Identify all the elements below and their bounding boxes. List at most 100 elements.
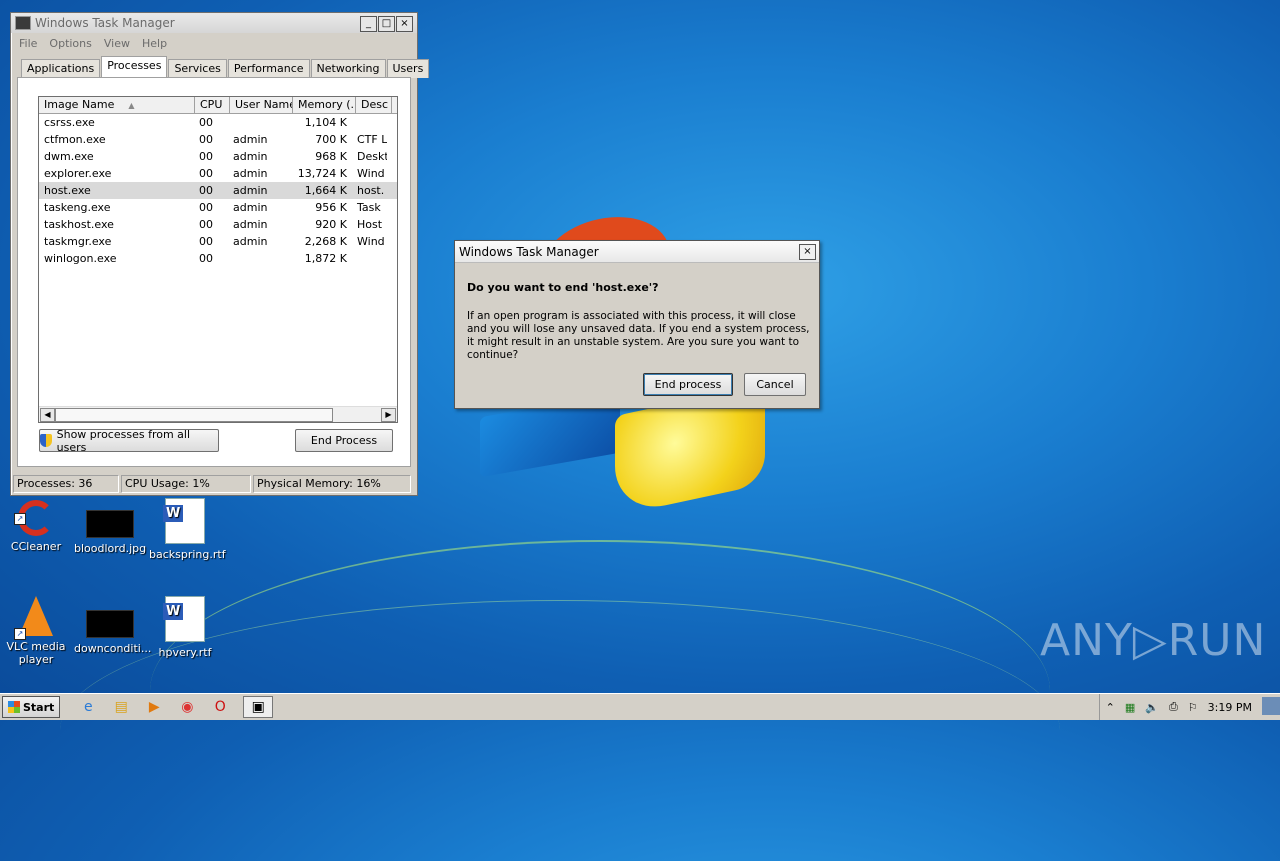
cell-user: admin (233, 201, 268, 214)
tab-processes[interactable]: Processes (101, 56, 168, 78)
desktop-icon-label: hpvery.rtf (158, 646, 212, 659)
table-row[interactable]: explorer.exe 00 admin 13,724 K Wind (39, 165, 397, 182)
show-all-processes-label: Show processes from all users (56, 427, 191, 454)
menu-help[interactable]: Help (142, 37, 167, 50)
cell-memory: 1,664 K (304, 184, 347, 197)
cell-desc: Task (357, 201, 381, 214)
desktop-icon-label: CCleaner (10, 540, 62, 553)
windows-logo-icon (8, 701, 20, 713)
horizontal-scrollbar[interactable]: ◀ ▶ (39, 406, 397, 422)
window-title: Windows Task Manager (35, 16, 175, 30)
cell-name: dwm.exe (44, 150, 94, 163)
table-row[interactable]: dwm.exe 00 admin 968 K Deskt (39, 148, 397, 165)
task-manager-icon[interactable]: ▣ (243, 696, 274, 718)
tab-services[interactable]: Services (168, 59, 227, 78)
opera-icon[interactable]: O (210, 697, 230, 717)
cell-user: admin (233, 218, 268, 231)
table-row[interactable]: csrss.exe 00 1,104 K (39, 114, 397, 131)
media-player-icon[interactable]: ▶ (144, 697, 164, 717)
cell-memory: 13,724 K (297, 167, 347, 180)
dialog-close-button[interactable]: × (799, 244, 816, 260)
status-cpu: CPU Usage: 1% (121, 475, 251, 493)
dialog-cancel-button[interactable]: Cancel (744, 373, 806, 396)
cell-cpu: 00 (199, 218, 213, 231)
cell-desc: Host (357, 218, 383, 231)
close-button[interactable]: × (396, 16, 413, 32)
table-row[interactable]: taskmgr.exe 00 admin 2,268 K Wind (39, 233, 397, 250)
column-description[interactable]: Desc (356, 97, 392, 113)
title-bar[interactable]: Windows Task Manager _ □ × (11, 13, 417, 33)
dialog-title-bar[interactable]: Windows Task Manager (455, 241, 819, 263)
end-process-button[interactable]: End Process (295, 429, 393, 452)
cell-cpu: 00 (199, 252, 213, 265)
desktop-icon-label: bloodlord.jpg (74, 542, 147, 555)
scroll-right-icon[interactable]: ▶ (381, 408, 396, 422)
show-all-processes-button[interactable]: Show processes from all users (39, 427, 219, 454)
end-process-label: End Process (310, 434, 378, 447)
tab-performance[interactable]: Performance (227, 59, 310, 78)
desktop-icon-downconditi[interactable]: downconditi... (74, 600, 151, 655)
table-row[interactable]: winlogon.exe 00 1,872 K (39, 250, 397, 267)
status-processes: Processes: 36 (13, 475, 119, 493)
tab-strip: Applications Processes Services Performa… (21, 56, 430, 78)
desktop-icon-label: VLC media player (6, 640, 66, 666)
column-image-name[interactable]: Image Name ▲ (39, 97, 195, 113)
menu-options[interactable]: Options (49, 37, 91, 50)
cell-name: taskhost.exe (44, 218, 114, 231)
shortcut-arrow-icon: ↗ (14, 628, 26, 640)
show-hidden-icon[interactable]: ⌃ (1106, 701, 1115, 714)
cell-name: winlogon.exe (44, 252, 117, 265)
status-memory: Physical Memory: 16% (253, 475, 411, 493)
clock[interactable]: 3:19 PM (1208, 701, 1252, 714)
chrome-icon[interactable]: ◉ (177, 697, 197, 717)
column-cpu[interactable]: CPU (195, 97, 230, 113)
shortcut-arrow-icon: ↗ (14, 513, 26, 525)
cell-cpu: 00 (199, 235, 213, 248)
table-row-selected[interactable]: host.exe 00 admin 1,664 K host. (39, 182, 397, 199)
desktop-icon-vlc[interactable]: ↗ VLC media player (0, 596, 72, 666)
cell-user: admin (233, 184, 268, 197)
show-desktop-button[interactable] (1262, 697, 1280, 715)
menu-view[interactable]: View (104, 37, 130, 50)
task-manager-window: Windows Task Manager _ □ × File Options … (10, 12, 430, 496)
desktop-icon-ccleaner[interactable]: ↗ CCleaner (0, 500, 72, 553)
scroll-left-icon[interactable]: ◀ (40, 408, 55, 422)
network-icon[interactable]: ▦ (1125, 701, 1135, 714)
cell-memory: 956 K (315, 201, 347, 214)
tab-applications[interactable]: Applications (21, 59, 101, 78)
action-center-flag-icon[interactable]: ⚐ (1188, 701, 1198, 714)
cell-name: csrss.exe (44, 116, 95, 129)
internet-explorer-icon[interactable]: e (78, 697, 98, 717)
cell-desc: host. (357, 184, 385, 197)
cell-memory: 2,268 K (304, 235, 347, 248)
table-row[interactable]: taskeng.exe 00 admin 956 K Task (39, 199, 397, 216)
minimize-button[interactable]: _ (360, 16, 377, 32)
menu-file[interactable]: File (19, 37, 37, 50)
cell-memory: 1,872 K (304, 252, 347, 265)
tab-networking[interactable]: Networking (310, 59, 386, 78)
column-user-name[interactable]: User Name (230, 97, 293, 113)
process-list[interactable]: Image Name ▲ CPU User Name Memory (... D… (38, 96, 398, 423)
desktop-icon-hpvery[interactable]: hpvery.rtf (149, 596, 221, 659)
maximize-button[interactable]: □ (378, 16, 395, 32)
start-button[interactable]: Start (2, 696, 61, 718)
cell-memory: 920 K (315, 218, 347, 231)
desktop-icon-backspring[interactable]: backspring.rtf (149, 498, 226, 561)
cell-name: taskmgr.exe (44, 235, 112, 248)
tab-users[interactable]: Users (386, 59, 430, 78)
table-row[interactable]: taskhost.exe 00 admin 920 K Host (39, 216, 397, 233)
file-explorer-icon[interactable]: ▤ (111, 697, 131, 717)
volume-icon[interactable]: 🔈 (1145, 701, 1159, 714)
cell-name: explorer.exe (44, 167, 112, 180)
anyrun-watermark: ANY▷RUN (1040, 615, 1267, 666)
dialog-end-process-button[interactable]: End process (643, 373, 733, 396)
desktop-icon-bloodlord[interactable]: bloodlord.jpg (74, 500, 146, 555)
table-row[interactable]: ctfmon.exe 00 admin 700 K CTF L (39, 131, 397, 148)
cell-memory: 968 K (315, 150, 347, 163)
wallpaper-swoosh (150, 540, 1050, 842)
column-memory[interactable]: Memory (... (293, 97, 356, 113)
printer-icon[interactable]: ⎙ (1169, 700, 1178, 714)
cell-memory: 1,104 K (304, 116, 347, 129)
cell-user: admin (233, 133, 268, 146)
scrollbar-thumb[interactable] (55, 408, 333, 422)
